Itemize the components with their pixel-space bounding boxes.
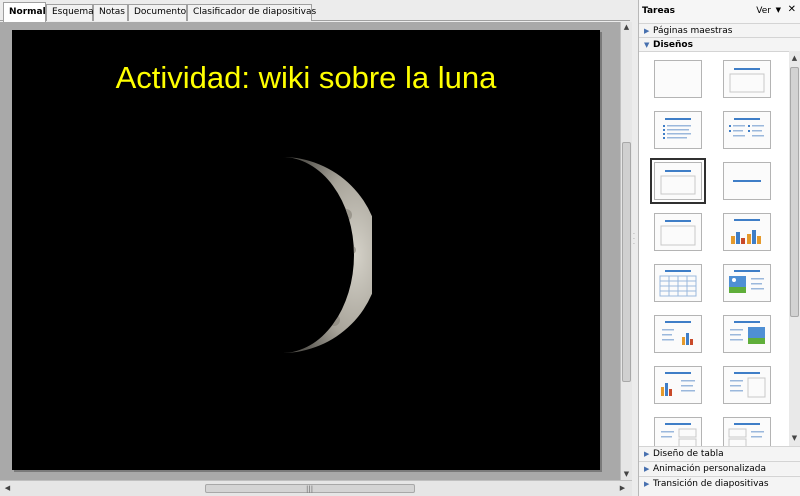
- expand-arrow-icon: ▶: [644, 450, 650, 458]
- layout-title-object[interactable]: [654, 213, 702, 251]
- layout-title-only[interactable]: [650, 158, 706, 204]
- view-menu-button[interactable]: Ver: [756, 6, 771, 16]
- layouts-scrollbar[interactable]: ▲ ▼: [789, 51, 800, 446]
- layouts-gallery: [639, 51, 789, 446]
- section-layouts[interactable]: ▼ Diseños: [639, 37, 800, 51]
- section-table-design[interactable]: ▶ Diseño de tabla: [639, 446, 800, 460]
- layout-title-text-chart[interactable]: [654, 315, 702, 353]
- grip-icon: |||: [306, 485, 314, 493]
- layout-title-clipart-text[interactable]: [723, 264, 771, 302]
- layout-title-top[interactable]: [723, 60, 771, 98]
- layout-title-text-clipart[interactable]: [723, 315, 771, 353]
- expand-arrow-icon: ▶: [644, 480, 650, 488]
- section-slide-transition[interactable]: ▶ Transición de diapositivas: [639, 476, 800, 496]
- layout-centered-text[interactable]: [723, 162, 771, 200]
- horizontal-scroll-thumb[interactable]: |||: [205, 484, 415, 493]
- task-pane: Tareas Ver ▼ ✕ ▶ Páginas maestras ▼ Diseño…: [638, 0, 800, 496]
- scroll-down-icon[interactable]: ▼: [621, 469, 632, 480]
- scroll-left-icon[interactable]: ◀: [2, 483, 13, 494]
- scroll-down-icon[interactable]: ▼: [789, 433, 800, 444]
- moon-image[interactable]: [242, 155, 372, 355]
- tab-notas[interactable]: Notas: [93, 4, 128, 21]
- slide-title[interactable]: Actividad: wiki sobre la luna: [12, 60, 600, 96]
- layout-title-two-columns[interactable]: [723, 111, 771, 149]
- layout-title-chart[interactable]: [723, 213, 771, 251]
- dropdown-arrow-icon[interactable]: ▼: [776, 6, 781, 14]
- tab-clasificador[interactable]: Clasificador de diapositivas: [187, 4, 316, 21]
- tab-esquema[interactable]: Esquema: [46, 4, 94, 21]
- layout-title-text-object[interactable]: [723, 366, 771, 404]
- vertical-scroll-thumb[interactable]: [622, 142, 631, 382]
- tab-normal[interactable]: Normal: [3, 2, 46, 22]
- layouts-scroll-thumb[interactable]: [790, 67, 799, 317]
- layout-title-text-objects[interactable]: [654, 417, 702, 446]
- workspace-vertical-scrollbar[interactable]: ▲ ▼: [620, 22, 632, 480]
- splitter-grip-icon: · · ·: [633, 231, 635, 248]
- close-icon[interactable]: ✕: [788, 4, 796, 15]
- section-master-pages[interactable]: ▶ Páginas maestras: [639, 23, 800, 37]
- layout-title-table[interactable]: [654, 264, 702, 302]
- workspace-horizontal-scrollbar[interactable]: ◀ ||| ▶: [0, 480, 632, 496]
- section-custom-animation[interactable]: ▶ Animación personalizada: [639, 461, 800, 475]
- scroll-up-icon[interactable]: ▲: [789, 53, 800, 64]
- expand-arrow-icon: ▶: [644, 27, 650, 35]
- scroll-up-icon[interactable]: ▲: [621, 22, 632, 33]
- tab-documento[interactable]: Documento: [128, 4, 187, 21]
- task-pane-header: Tareas Ver ▼ ✕: [639, 0, 800, 22]
- expand-arrow-icon: ▶: [644, 465, 650, 473]
- task-pane-title: Tareas: [642, 6, 676, 16]
- collapse-arrow-icon: ▼: [644, 41, 650, 49]
- layout-title-content[interactable]: [654, 111, 702, 149]
- scroll-right-icon[interactable]: ▶: [617, 483, 628, 494]
- layout-title-objects-text[interactable]: [723, 417, 771, 446]
- layout-blank[interactable]: [654, 60, 702, 98]
- layout-title-chart-text[interactable]: [654, 366, 702, 404]
- view-tabbar: Normal Esquema Notas Documento Clasifica…: [0, 0, 630, 22]
- slide-canvas[interactable]: Actividad: wiki sobre la luna: [12, 30, 600, 470]
- slide-workspace[interactable]: Actividad: wiki sobre la luna: [0, 22, 620, 480]
